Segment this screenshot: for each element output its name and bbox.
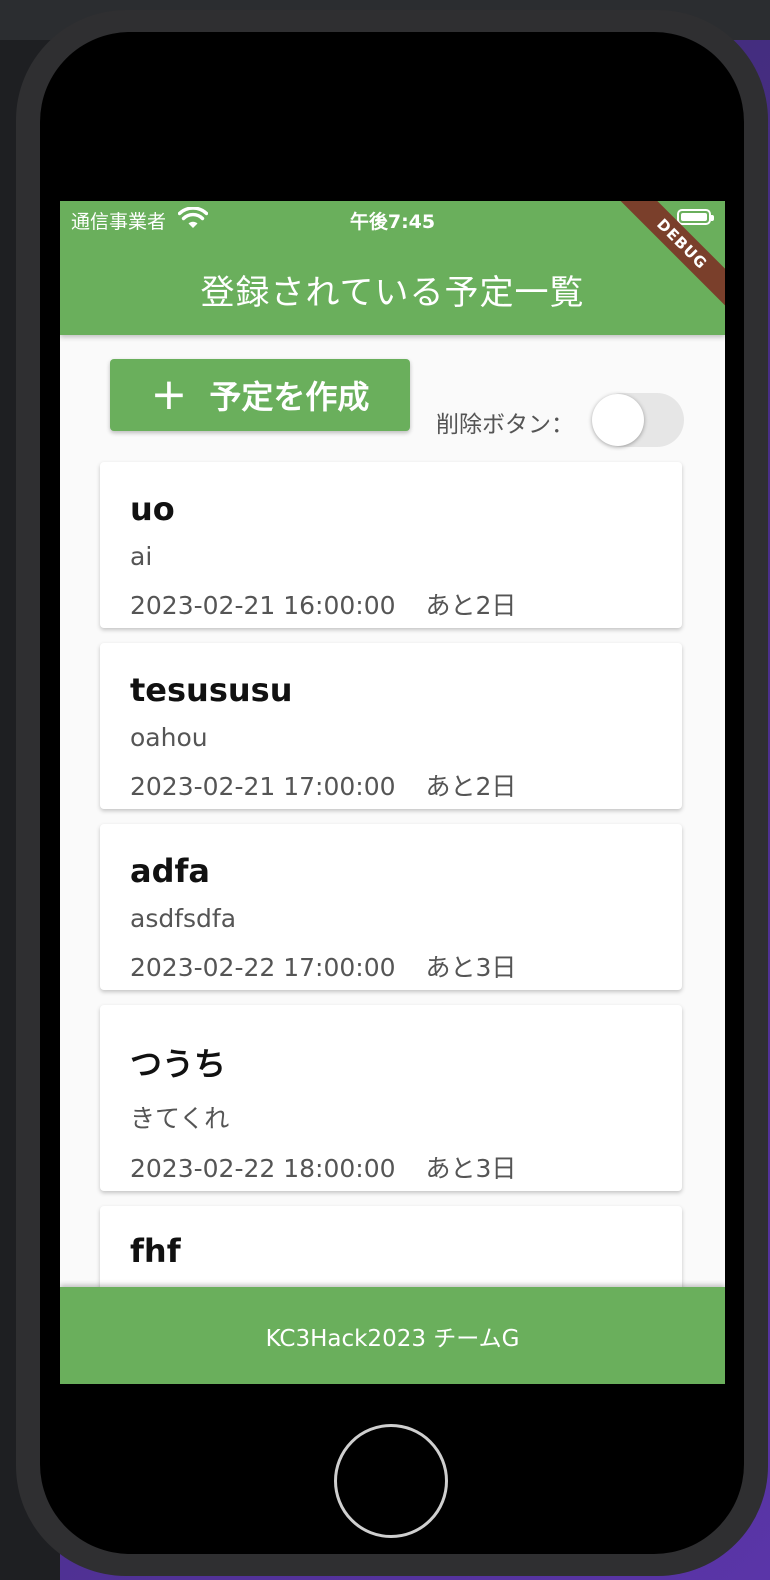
schedule-card[interactable]: つうち きてくれ 2023-02-22 18:00:00 あと3日 bbox=[100, 1005, 682, 1191]
schedule-datetime-line: 2023-02-21 17:00:00 あと2日 bbox=[130, 767, 516, 803]
create-schedule-button[interactable]: + 予定を作成 bbox=[110, 359, 410, 431]
schedule-datetime-line: 2023-02-21 16:00:00 あと2日 bbox=[130, 586, 516, 622]
schedule-description: ai bbox=[130, 542, 153, 571]
schedule-title: fhf bbox=[130, 1232, 181, 1270]
delete-toggle-switch[interactable] bbox=[592, 393, 684, 449]
debug-banner-label: DEBUG bbox=[615, 201, 725, 311]
schedule-datetime: 2023-02-22 18:00:00 bbox=[130, 1154, 396, 1183]
schedule-datetime: 2023-02-21 16:00:00 bbox=[130, 591, 396, 620]
delete-toggle-label: 削除ボタン： bbox=[436, 412, 574, 438]
schedule-remaining: あと3日 bbox=[425, 953, 517, 982]
schedule-card[interactable]: adfa asdfsdfa 2023-02-22 17:00:00 あと3日 bbox=[100, 824, 682, 990]
schedule-card[interactable]: tesususu oahou 2023-02-21 17:00:00 あと2日 bbox=[100, 643, 682, 809]
schedule-datetime: 2023-02-22 17:00:00 bbox=[130, 953, 396, 982]
schedule-datetime-line: 2023-02-22 18:00:00 あと3日 bbox=[130, 1149, 516, 1185]
plus-icon: + bbox=[150, 369, 188, 420]
create-schedule-label: 予定を作成 bbox=[209, 378, 370, 416]
schedule-title: つうち bbox=[130, 1045, 227, 1083]
footer-text: KC3Hack2023 チームG bbox=[265, 1325, 520, 1352]
schedule-remaining: あと2日 bbox=[425, 772, 517, 801]
schedule-remaining: あと2日 bbox=[425, 591, 517, 620]
schedule-description: asdfsdfa bbox=[130, 904, 237, 933]
app-bar: 通信事業者 午後7:45 登録されている予定一覧 DEBUG bbox=[60, 201, 725, 335]
toggle-knob bbox=[592, 394, 644, 446]
home-button[interactable] bbox=[334, 1424, 448, 1538]
schedule-datetime-line: 2023-02-22 17:00:00 あと3日 bbox=[130, 948, 516, 984]
schedule-description: きてくれ bbox=[130, 1104, 230, 1133]
schedule-description: oahou bbox=[130, 723, 208, 752]
schedule-datetime: 2023-02-21 17:00:00 bbox=[130, 772, 396, 801]
schedule-remaining: あと3日 bbox=[425, 1154, 517, 1183]
schedule-title: adfa bbox=[130, 852, 211, 890]
schedule-title: tesususu bbox=[130, 671, 293, 709]
schedule-card[interactable]: uo ai 2023-02-21 16:00:00 あと2日 bbox=[100, 462, 682, 628]
app-screen: 通信事業者 午後7:45 登録されている予定一覧 DEBUG + 予定を作成 削… bbox=[60, 201, 725, 1384]
debug-banner: DEBUG bbox=[615, 201, 725, 311]
footer-bar: KC3Hack2023 チームG bbox=[60, 1287, 725, 1384]
controls-row: + 予定を作成 削除ボタン： bbox=[60, 335, 725, 465]
schedule-title: uo bbox=[130, 490, 175, 528]
